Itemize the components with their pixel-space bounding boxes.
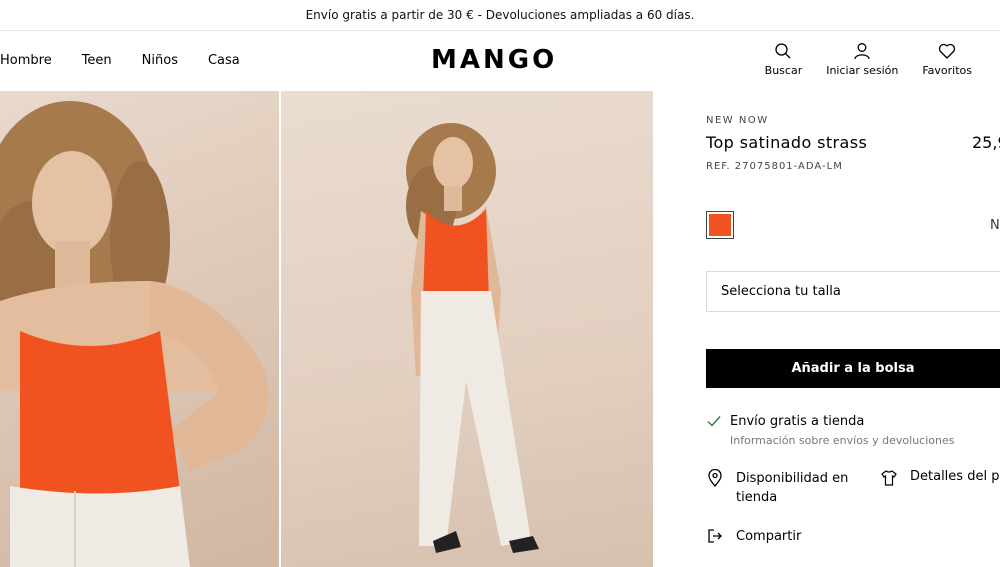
size-select[interactable]: Selecciona tu talla	[706, 271, 1000, 312]
promo-text: Envío gratis a partir de 30 € - Devoluci…	[305, 8, 695, 22]
share-button[interactable]: Compartir	[706, 527, 801, 545]
product-ref: REF. 27075801-ADA-LM	[706, 161, 843, 172]
share-label: Compartir	[736, 528, 802, 544]
search-icon	[775, 43, 791, 59]
promo-banner: Envío gratis a partir de 30 € - Devoluci…	[0, 0, 1000, 31]
model-closeup-illustration	[0, 101, 269, 567]
favorites-label: Favoritos	[922, 64, 972, 77]
nav-item-hombre[interactable]: Hombre	[0, 53, 52, 68]
details-label: Detalles del pro	[910, 469, 1000, 484]
user-icon	[854, 43, 870, 60]
availability-label: Disponibilidad en tienda	[736, 471, 849, 505]
search-button[interactable]: Buscar	[764, 42, 803, 77]
product-image-closeup[interactable]	[0, 91, 279, 567]
color-swatch-orange[interactable]	[706, 211, 734, 239]
free-shipping-text: Envío gratis a tienda	[730, 413, 865, 429]
size-select-label: Selecciona tu talla	[721, 284, 841, 299]
login-label: Iniciar sesión	[826, 64, 899, 77]
model-fullbody-illustration	[406, 123, 539, 553]
shipping-info-link[interactable]: Información sobre envíos y devoluciones	[730, 434, 955, 447]
free-shipping-row: Envío gratis a tienda	[706, 413, 864, 429]
color-swatch-fill	[709, 214, 731, 236]
store-availability[interactable]: Disponibilidad en tienda	[706, 469, 851, 507]
new-now-badge: NEW NOW	[706, 115, 769, 126]
favorites-button[interactable]: Favoritos	[922, 42, 972, 77]
mango-logo[interactable]: MANGO	[431, 45, 557, 75]
product-info-panel: NEW NOW Top satinado strass 25,9 REF. 27…	[706, 91, 1000, 567]
tshirt-icon	[881, 470, 897, 486]
site-header: Hombre Teen Niños Casa MANGO Buscar Inic…	[0, 31, 1000, 90]
product-image-fullbody[interactable]	[281, 91, 653, 567]
location-pin-icon	[708, 469, 722, 487]
product-price: 25,9	[972, 133, 1000, 152]
nav-item-teen[interactable]: Teen	[82, 53, 112, 68]
search-label: Buscar	[764, 64, 803, 77]
share-icon	[708, 529, 722, 543]
login-button[interactable]: Iniciar sesión	[826, 42, 898, 77]
main-nav: Hombre Teen Niños Casa	[0, 53, 270, 68]
header-actions: Buscar Iniciar sesión Favoritos	[765, 42, 972, 77]
product-details[interactable]: Detalles del pro	[880, 469, 1000, 487]
heart-icon	[939, 43, 956, 59]
nav-item-casa[interactable]: Casa	[208, 53, 240, 68]
check-icon	[707, 416, 721, 427]
product-title: Top satinado strass	[706, 133, 868, 152]
add-to-bag-button[interactable]: Añadir a la bolsa	[706, 349, 1000, 388]
color-name-truncated: N	[990, 218, 1000, 233]
nav-item-ninos[interactable]: Niños	[142, 53, 178, 68]
